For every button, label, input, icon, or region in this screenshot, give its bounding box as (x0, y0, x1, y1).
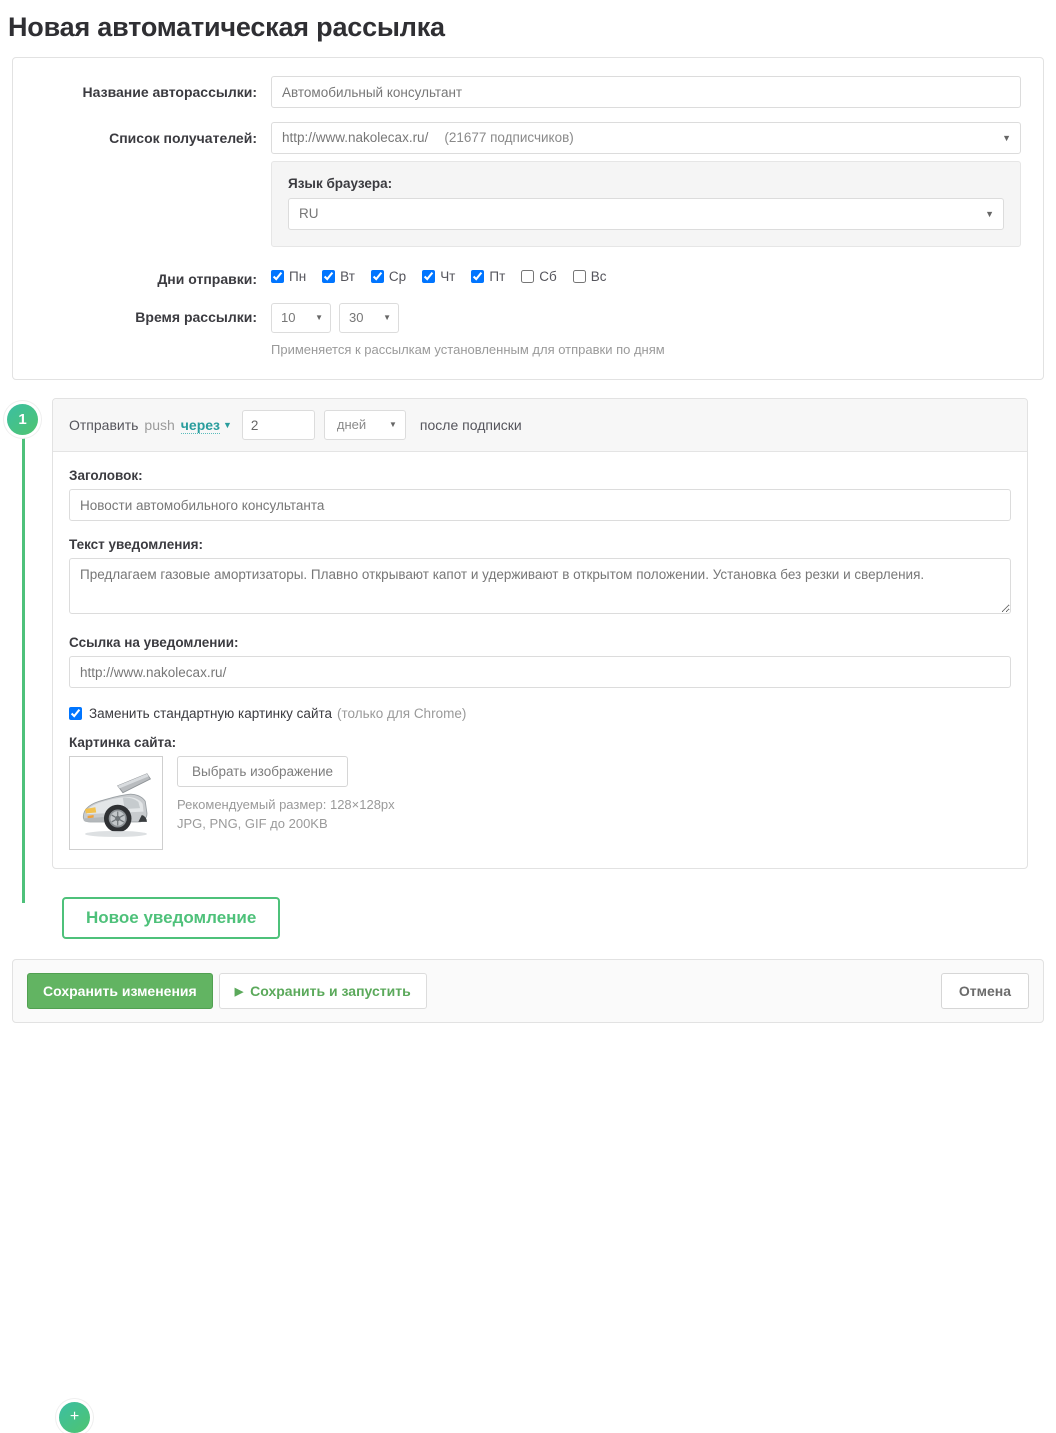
day-checkbox-label: Ср (388, 269, 407, 284)
page-title: Новая автоматическая рассылка (8, 12, 445, 42)
day-checkbox-label: Пн (289, 269, 307, 284)
footer-action-bar: Сохранить изменения ▶ Сохранить и запуст… (12, 959, 1044, 1023)
site-image-row: Выбрать изображение Рекомендуемый размер… (69, 756, 1011, 850)
browser-language-value: RU (299, 206, 319, 221)
days-row: Дни отправки: Пн Вт Ср Чт Пт Сб Вс (13, 263, 1043, 287)
play-icon: ▶ (234, 985, 244, 998)
delay-unit-value: дней (336, 417, 367, 432)
replace-site-image-checkbox[interactable] (69, 707, 82, 720)
recipients-select[interactable]: http://www.nakolecax.ru/ (21677 подписчик… (271, 122, 1021, 154)
day-checkbox-4[interactable]: Пт (471, 269, 505, 284)
day-checkbox-input[interactable] (370, 270, 384, 283)
chevron-down-icon: ▼ (985, 209, 994, 219)
after-subscription-label: после подписки (419, 417, 522, 433)
day-checkbox-6[interactable]: Вс (572, 269, 607, 284)
car-with-open-hood-icon (73, 760, 159, 846)
replace-site-image-note: (только для Chrome) (337, 706, 467, 721)
steps-area: 1 Отправить push через ▼ дней ▼ после по… (0, 398, 1056, 1433)
time-hint: Применяется к рассылкам установленным дл… (271, 342, 665, 357)
day-checkbox-input[interactable] (271, 270, 284, 283)
notification-text-label: Текст уведомления: (69, 537, 204, 552)
notification-link-input[interactable] (69, 656, 1011, 688)
send-minute-value: 30 (349, 310, 364, 325)
day-checkbox-2[interactable]: Ср (370, 269, 407, 284)
caret-down-icon[interactable]: ▼ (223, 420, 232, 430)
day-checkbox-input[interactable] (572, 270, 586, 283)
save-and-run-label: Сохранить и запустить (250, 983, 411, 999)
day-checkbox-label: Пт (489, 269, 506, 284)
day-checkbox-label: Вс (590, 269, 607, 284)
day-checkbox-label: Вт (340, 269, 355, 284)
image-size-note: Рекомендуемый размер: 128×128px (177, 797, 395, 812)
site-image-thumbnail[interactable] (69, 756, 163, 850)
recipients-row: Список получателей: http://www.nakolecax… (13, 122, 1043, 247)
send-minute-select[interactable]: 30 ▼ (339, 303, 399, 333)
new-notification-button[interactable]: Новое уведомление (62, 897, 281, 939)
cancel-button[interactable]: Отмена (940, 973, 1029, 1009)
chevron-down-icon: ▼ (389, 420, 397, 429)
days-checkbox-group: Пн Вт Ср Чт Пт Сб Вс (271, 263, 1021, 284)
step-connector-line (22, 438, 25, 903)
add-step-button[interactable]: + (59, 1402, 90, 1433)
choose-image-button[interactable]: Выбрать изображение (177, 756, 349, 787)
settings-panel: Название авторассылки: Список получателе… (12, 57, 1044, 380)
day-checkbox-label: Сб (539, 269, 557, 284)
browser-language-select[interactable]: RU ▼ (288, 198, 1004, 230)
recipients-subscriber-count: (21677 подписчиков) (444, 130, 574, 145)
delay-mode-link[interactable]: через (180, 417, 220, 434)
notification-panel: Отправить push через ▼ дней ▼ после подп… (52, 398, 1028, 869)
send-label: Отправить (69, 417, 139, 433)
push-label: push (144, 417, 175, 433)
day-checkbox-label: Чт (440, 269, 456, 284)
recipients-label: Список получателей: (109, 130, 257, 146)
replace-site-image-label: Заменить стандартную картинку сайта (89, 706, 333, 721)
new-notification-row: + Новое уведомление (52, 897, 1056, 1433)
chevron-down-icon: ▼ (383, 313, 391, 322)
name-row: Название авторассылки: (13, 76, 1043, 108)
recipients-select-value: http://www.nakolecax.ru/ (282, 130, 429, 145)
day-checkbox-input[interactable] (471, 270, 485, 283)
delay-unit-select[interactable]: дней ▼ (323, 410, 406, 440)
day-checkbox-input[interactable] (422, 270, 436, 283)
day-checkbox-1[interactable]: Вт (322, 269, 355, 284)
day-checkbox-3[interactable]: Чт (422, 269, 455, 284)
notification-text-textarea[interactable]: Предлагаем газовые амортизаторы. Плавно … (69, 558, 1011, 614)
notification-title-input[interactable] (69, 489, 1011, 521)
site-image-label: Картинка сайта: (69, 735, 177, 750)
notification-body: Заголовок: Текст уведомления: Предлагаем… (53, 452, 1027, 868)
days-label: Дни отправки: (157, 271, 257, 287)
chevron-down-icon: ▼ (315, 313, 323, 322)
browser-language-label: Язык браузера: (288, 176, 393, 191)
day-checkbox-input[interactable] (322, 270, 336, 283)
browser-language-box: Язык браузера: RU ▼ (271, 161, 1021, 247)
day-checkbox-input[interactable] (521, 270, 535, 283)
name-label: Название авторассылки: (82, 84, 257, 100)
notification-header: Отправить push через ▼ дней ▼ после подп… (53, 399, 1027, 452)
replace-image-row: Заменить стандартную картинку сайта (тол… (69, 706, 1011, 721)
day-checkbox-5[interactable]: Сб (521, 269, 557, 284)
save-and-run-button[interactable]: ▶ Сохранить и запустить (218, 973, 427, 1009)
time-row: Время рассылки: 10 ▼ 30 ▼ Применяется к … (13, 301, 1043, 357)
send-hour-select[interactable]: 10 ▼ (271, 303, 331, 333)
save-changes-button[interactable]: Сохранить изменения (27, 973, 213, 1009)
delay-value-input[interactable] (241, 410, 315, 440)
notification-title-label: Заголовок: (69, 468, 143, 483)
day-checkbox-0[interactable]: Пн (271, 269, 306, 284)
time-label: Время рассылки: (135, 309, 257, 325)
notification-link-label: Ссылка на уведомлении: (69, 635, 239, 650)
chevron-down-icon: ▼ (1002, 133, 1011, 143)
image-format-note: JPG, PNG, GIF до 200KB (177, 816, 328, 831)
send-hour-value: 10 (281, 310, 296, 325)
autosend-name-input[interactable] (271, 76, 1021, 108)
step-number-badge: 1 (7, 404, 38, 435)
